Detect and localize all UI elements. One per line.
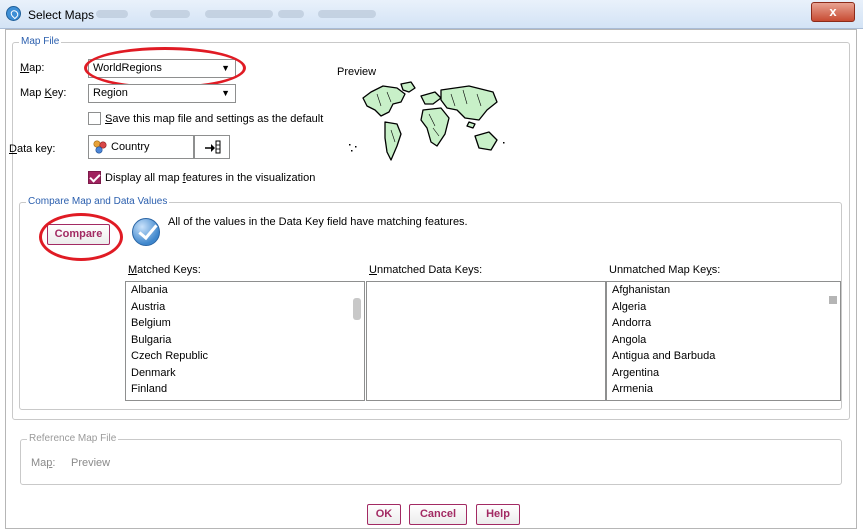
success-check-icon: [132, 218, 160, 246]
chevron-down-icon: ▼: [221, 88, 230, 98]
window-title: Select Maps: [28, 8, 95, 22]
greenland-shape: [400, 81, 416, 93]
matched-keys-label: Matched Keys:: [128, 264, 201, 276]
list-item[interactable]: Angola: [607, 332, 840, 349]
indonesia-shape: [466, 121, 476, 129]
cancel-button[interactable]: Cancel: [409, 504, 467, 525]
unmatched-map-keys-list[interactable]: Afghanistan Algeria Andorra Angola Antig…: [606, 281, 841, 401]
unmatched-data-keys-list[interactable]: [366, 281, 606, 401]
help-button[interactable]: Help: [476, 504, 520, 525]
close-button[interactable]: x: [811, 2, 855, 22]
list-item[interactable]: Belgium: [126, 315, 364, 332]
display-all-features-checkbox[interactable]: [88, 171, 101, 184]
list-item[interactable]: Austria: [126, 299, 364, 316]
map-file-legend: Map File: [19, 36, 62, 47]
map-key-label: Map Key:: [20, 87, 67, 99]
list-item[interactable]: Algeria: [607, 299, 840, 316]
compare-button[interactable]: Compare: [47, 224, 110, 245]
list-item[interactable]: Denmark: [126, 365, 364, 382]
data-key-field[interactable]: Country: [88, 135, 194, 159]
list-item[interactable]: Andorra: [607, 315, 840, 332]
asia-shape: [440, 85, 498, 121]
chevron-down-icon: ▼: [221, 63, 230, 73]
europe-shape: [420, 91, 442, 105]
australia-shape: [474, 131, 498, 151]
reference-preview-label: Preview: [71, 457, 111, 469]
close-icon: x: [829, 4, 837, 19]
list-item[interactable]: Argentina: [607, 365, 840, 382]
map-select[interactable]: WorldRegions ▼: [88, 59, 236, 78]
unmatched-map-keys-scrollbar[interactable]: [829, 296, 837, 304]
list-item[interactable]: Albania: [126, 282, 364, 299]
preview-label: Preview: [337, 66, 377, 78]
north-america-shape: [362, 85, 406, 117]
list-item[interactable]: Antigua and Barbuda: [607, 348, 840, 365]
map-key-select-value: Region: [93, 87, 128, 99]
blurred-tab-5: [318, 10, 376, 18]
blurred-tab-3: [205, 10, 273, 18]
compare-status-message: All of the values in the Data Key field …: [168, 216, 468, 228]
matched-keys-scrollbar[interactable]: [353, 298, 361, 320]
move-variable-arrow-icon: [205, 140, 221, 154]
map-key-select[interactable]: Region ▼: [88, 84, 236, 103]
save-default-checkbox[interactable]: [88, 112, 101, 125]
blurred-tab-1: [96, 10, 128, 18]
list-item[interactable]: Bulgaria: [126, 332, 364, 349]
data-key-label: Data key:: [9, 143, 56, 155]
reference-map-label: Map:: [31, 457, 56, 469]
list-item[interactable]: Afghanistan: [607, 282, 840, 299]
reference-map-file-legend: Reference Map File: [27, 433, 119, 444]
data-key-move-button[interactable]: [194, 135, 230, 159]
display-all-features-label: Display all map features in the visualiz…: [105, 172, 316, 184]
blurred-tab-4: [278, 10, 304, 18]
data-key-value: Country: [111, 141, 150, 153]
title-bar: Select Maps x: [0, 0, 863, 29]
unmatched-data-keys-label: Unmatched Data Keys:: [369, 264, 483, 276]
matched-keys-list[interactable]: Albania Austria Belgium Bulgaria Czech R…: [125, 281, 365, 401]
unmatched-map-keys-label: Unmatched Map Keys:: [609, 264, 721, 276]
list-item[interactable]: Finland: [126, 381, 364, 398]
save-default-label: Save this map file and settings as the d…: [105, 113, 324, 125]
map-label: Map:: [20, 62, 45, 74]
nominal-variable-icon: [93, 140, 107, 154]
list-item[interactable]: Czech Republic: [126, 348, 364, 365]
select-maps-dialog: Map File Map: WorldRegions ▼ Map Key: Re…: [5, 29, 857, 529]
compare-legend: Compare Map and Data Values: [26, 196, 170, 207]
blurred-tab-2: [150, 10, 190, 18]
world-map-preview: [349, 81, 505, 161]
south-america-shape: [384, 121, 402, 161]
map-select-value: WorldRegions: [93, 62, 162, 74]
reference-map-file-group: Reference Map File: [20, 433, 842, 485]
ok-button[interactable]: OK: [367, 504, 401, 525]
list-item[interactable]: Armenia: [607, 381, 840, 398]
app-globe-icon: [6, 6, 21, 21]
africa-shape: [420, 107, 450, 147]
